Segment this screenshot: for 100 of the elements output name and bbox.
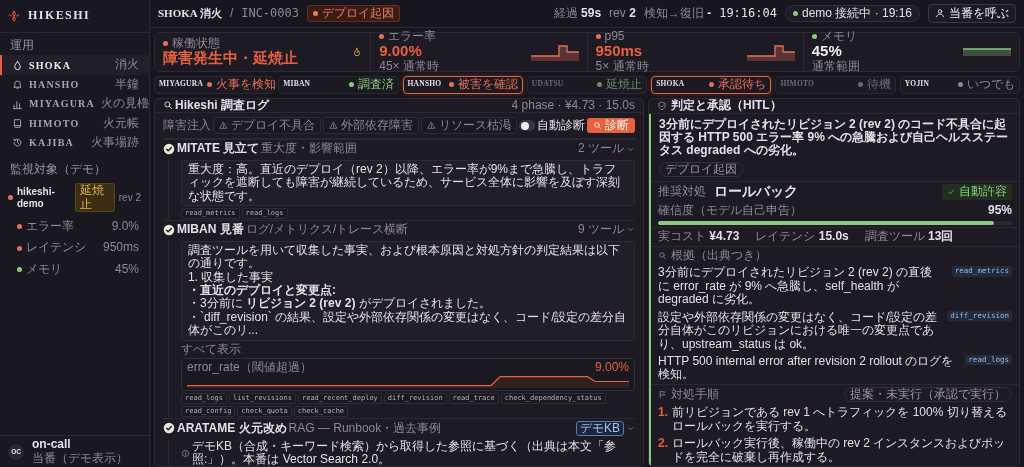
clock-time: 19:16:04 [719, 6, 777, 20]
auto-approve-badge: 自動許容 [942, 184, 1012, 200]
search-icon [658, 251, 667, 261]
step-subtitle: 重大度・影響範囲 [261, 142, 358, 156]
section-label: 運用 [9, 37, 35, 54]
inject-label: 障害注入 [163, 119, 211, 133]
step-title: MIBAN 見番 [177, 223, 244, 237]
stat-label: 稼働状態 [172, 36, 220, 50]
evidence-text: 設定や外部依存関係の変更はなく、コード/設定の差分自体がこのリビジョンにおける唯一の変更点であり、upstream_status は ok。 [658, 310, 939, 351]
incident-id: INC-0003 [241, 6, 299, 20]
metric-label: エラー率 [26, 219, 74, 234]
step-subtitle: ログ/メトリクス/トレース横断 [245, 223, 409, 237]
panel-title: 判定と承認（HITL） [671, 98, 782, 113]
paragraph: ・直近のデプロイと変更点: [188, 284, 337, 297]
section-label: 監視対象（デモ） [9, 160, 107, 178]
brand-name: HIKESHI [28, 9, 91, 23]
section-title: 対処手順 [671, 387, 719, 402]
stat-note: 45× 通常時 [379, 59, 440, 74]
confidence-reading: 95% [987, 204, 1012, 218]
phase-status: 火事を検知 [216, 77, 277, 92]
kb-badge: デモKB [576, 420, 624, 437]
shield-check-icon [657, 100, 667, 111]
book-icon [12, 117, 23, 129]
search-icon [163, 100, 173, 111]
phase-status: 延焼止 [606, 77, 643, 92]
paragraph: 重大度：高。直近のデプロイ（rev 2）以降、エラー率が9%まで急騰し、トラフィックを遮断しても障害が継続しているため、サービス全体に影響を及ぼす深刻な状態です。 [188, 162, 621, 204]
sparkline [746, 42, 795, 61]
chart-reading: 9.00% [594, 361, 629, 375]
info-icon [181, 449, 190, 458]
step-number: 1. [658, 406, 668, 422]
history-icon [12, 137, 23, 149]
flower-logo-icon [8, 10, 20, 22]
header-stat: 経過 59s [553, 6, 602, 20]
nav-item[interactable]: MIYAGURA 火の見櫓 [0, 94, 149, 114]
step-subtitle: RAG — Runbook・過去事例 [288, 421, 442, 436]
paragraph: ・`diff_revision` の結果、設定や外部依存関係の変更はなく、コード/設定の差分自体がこのリ... [188, 310, 628, 338]
step-text: ロールバック実行後、稼働中の rev 2 インスタンスおよびポッドを完全に破棄し再作成する。 [672, 437, 1007, 464]
warning-icon [219, 121, 228, 131]
person-icon [935, 8, 945, 19]
verdict-summary: 3分前にデプロイされたリビジョン 2 (rev 2) のコード不具合に起因する HTTP 500 エラー率 9% への急騰および自己ヘルスステータス degraded への劣化。 [659, 117, 1010, 158]
fault-inject-button[interactable]: デプロイ不具合 [213, 117, 321, 135]
breadcrumb-separator: / [229, 6, 234, 20]
fault-inject-button[interactable]: リソース枯渇 [421, 117, 517, 135]
source-note: デモKB（合成・キーワード検索）から取得した参照に基づく（出典は本文「参照:」）。本番は Vector Search 2.0。 [192, 440, 617, 466]
panel-title: Hikeshi 調査ログ [175, 98, 270, 113]
phase-status: 被害を確認 [457, 77, 518, 92]
user-role: on-call [32, 438, 72, 452]
sparkline [530, 42, 579, 61]
check-icon [947, 188, 955, 197]
stat-value: 9.00% [379, 43, 423, 60]
paragraph: ・3分前に リビジョン 2 (rev 2) がデプロイされました。 [188, 297, 492, 311]
cost-metric: レイテンシ 15.0s [755, 230, 849, 244]
paragraph: 1. 収集した事実 [188, 270, 275, 284]
metric-value: 45% [114, 262, 139, 277]
stat-value: 45% [811, 43, 843, 60]
service-name: hikeshi-demo [17, 186, 56, 209]
connection-status: demo 接続中 · 19:16 [784, 4, 920, 22]
call-on-duty-button[interactable]: 当番を呼ぶ [928, 3, 1016, 23]
step-title: MITATE 見立て [177, 142, 260, 156]
nav-item[interactable]: KAJIBA 火事場跡 [0, 133, 149, 153]
toggle-label: 自動診断 [537, 119, 585, 133]
recommend-label: 推奨対処 [658, 185, 706, 199]
sparkline [963, 47, 1011, 56]
recommended-action: ロールバック [714, 184, 798, 200]
search-icon [593, 121, 602, 131]
header-stat: 検知→復旧 - [643, 6, 712, 20]
nav-item[interactable]: SHOKA 消火 [0, 55, 149, 75]
metric-label: メモリ [26, 262, 62, 277]
stat-label: メモリ [820, 29, 857, 44]
flag-icon [658, 390, 667, 400]
user-name: 当番（デモ表示） [32, 451, 128, 465]
cost-metric: 調査ツール 13回 [864, 230, 954, 244]
header-stat: rev 2 [609, 6, 636, 20]
metric-label: レイテンシ [26, 241, 86, 255]
step-title: ARATAME 火元改め [177, 421, 287, 436]
flame-icon [352, 46, 363, 57]
metric-value: 9.0% [111, 219, 139, 234]
drop-icon [12, 59, 23, 71]
nav-item[interactable]: HIMOTO 火元帳 [0, 113, 149, 134]
stat-label: エラー率 [388, 29, 437, 44]
show-all-link[interactable]: すべて表示 [181, 342, 635, 357]
bar-chart-icon [12, 98, 23, 110]
nav-item[interactable]: HANSHO 半鐘 [0, 74, 149, 95]
paragraph: 調査ツールを用いて収集した事実、および根本原因と対処方針の判定結果は以下の通りです。 [188, 243, 621, 271]
fault-inject-button[interactable]: 外部依存障害 [323, 117, 419, 135]
toggle-switch[interactable] [519, 120, 535, 132]
stat-value: 950ms [595, 43, 644, 60]
phase-status: 調査済 [357, 77, 394, 92]
stat-label: p95 [604, 29, 625, 44]
stat-note: 5× 通常時 [595, 59, 650, 74]
log-summary: 4 phase · ¥4.73 · 15.0s [511, 98, 635, 113]
phase-status: 承認待ち [718, 77, 767, 92]
warning-icon [329, 121, 338, 131]
tool-count: 2 ツール [578, 142, 624, 156]
chart-label: error_rate（閾値超過） [187, 361, 312, 375]
evidence-text: HTTP 500 internal error after revision 2 rollout のログを検知。 [658, 354, 955, 382]
step-number: 2. [658, 437, 668, 453]
status-badge: 延焼止 [74, 183, 115, 212]
metric-value: 950ms [102, 241, 139, 255]
cause-badge: デプロイ起因 [307, 4, 400, 22]
